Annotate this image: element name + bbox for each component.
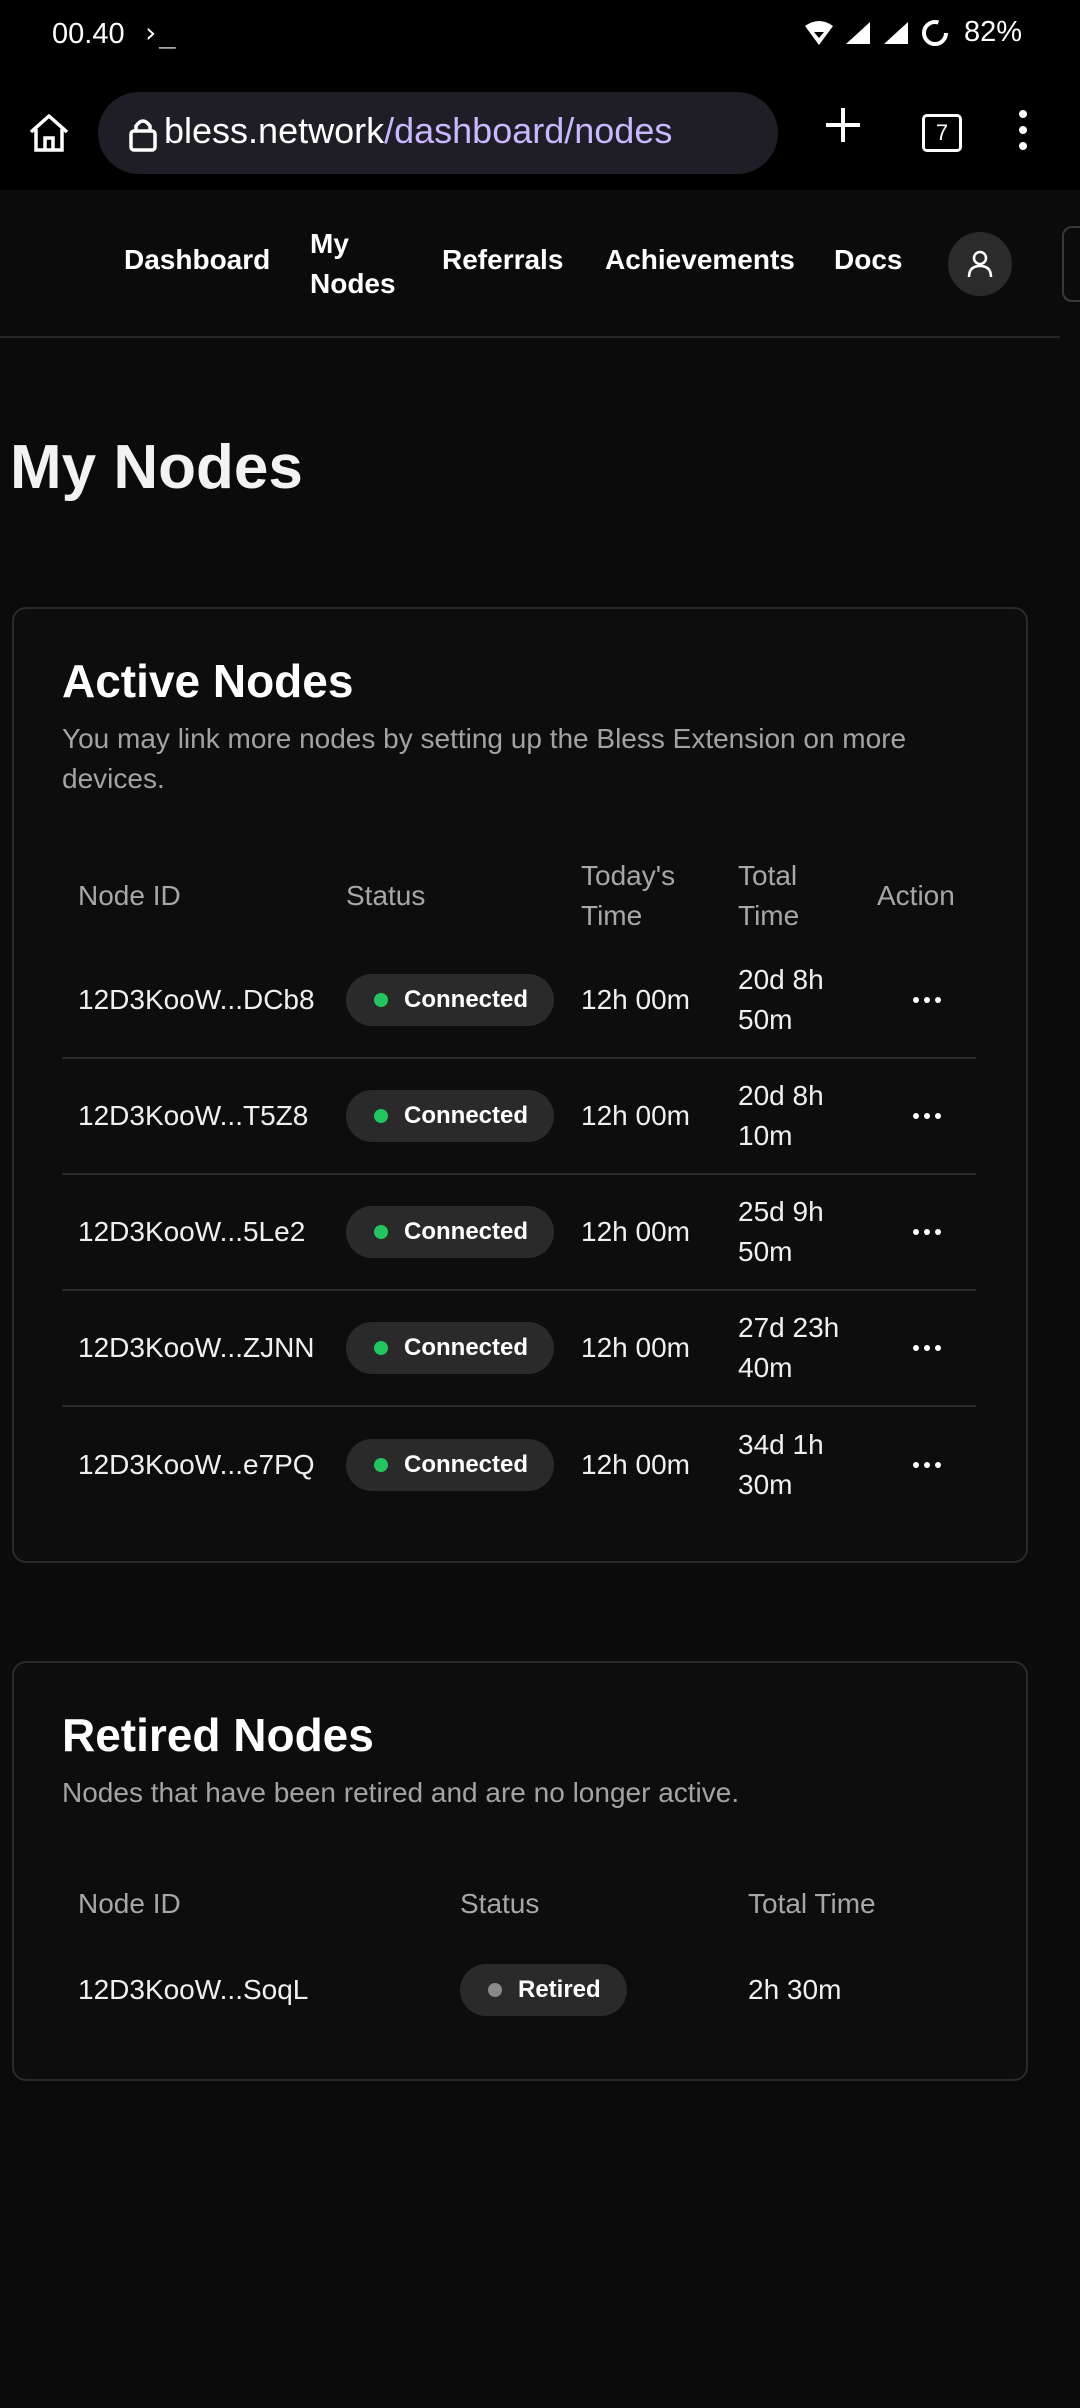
total-time: 27d 23h 40m	[738, 1312, 840, 1383]
retired-nodes-card: Retired Nodes Nodes that have been retir…	[12, 1661, 1028, 2081]
more-horiz-icon[interactable]	[912, 1228, 942, 1236]
col-total-time: Total Time	[738, 859, 800, 931]
node-id: 12D3KooW...e7PQ	[78, 1448, 315, 1480]
node-id: 12D3KooW...SoqL	[78, 1974, 309, 2005]
node-id: 12D3KooW...5Le2	[78, 1216, 306, 1247]
clock: 00.40	[52, 18, 125, 50]
table-row: 12D3KooW...DCb8 Connected 12h 00m 20d 8h…	[62, 942, 976, 1058]
wifi-icon	[804, 20, 833, 45]
status-badge: Connected	[346, 973, 555, 1026]
url-host: bless.network	[164, 110, 385, 151]
home-icon[interactable]	[26, 110, 72, 156]
status-dot	[488, 1983, 502, 1997]
user-avatar-button[interactable]	[948, 232, 1012, 296]
tab-switcher-button[interactable]: 7	[922, 114, 962, 152]
signal-icon	[845, 21, 870, 44]
col-node-id: Node ID	[78, 1888, 181, 1919]
table-row: 12D3KooW...e7PQ Connected 12h 00m 34d 1h…	[62, 1406, 976, 1522]
status-dot	[374, 992, 388, 1007]
status-badge: Connected	[346, 1322, 555, 1374]
nav-docs[interactable]: Docs	[834, 244, 902, 276]
status-dot	[374, 1109, 388, 1123]
active-nodes-description: You may link more nodes by setting up th…	[62, 723, 907, 794]
col-status: Status	[346, 879, 426, 911]
new-tab-icon[interactable]	[818, 100, 868, 150]
status-label: Retired	[518, 1976, 601, 2003]
more-vert-icon[interactable]	[1015, 108, 1031, 152]
node-id: 12D3KooW...ZJNN	[78, 1332, 315, 1363]
status-badge: Connected	[346, 1206, 555, 1258]
user-icon	[967, 250, 993, 278]
more-horiz-icon[interactable]	[912, 1112, 942, 1120]
retired-nodes-table: Node ID Status Total Time 12D3KooW...Soq…	[62, 1861, 976, 2033]
nav-my-nodes[interactable]: My Nodes	[310, 224, 410, 304]
status-dot	[374, 1457, 388, 1472]
active-nodes-title: Active Nodes	[62, 655, 354, 707]
todays-time: 12h 00m	[581, 1332, 690, 1363]
todays-time: 12h 00m	[581, 1100, 690, 1131]
status-bar: 00.40 ›_ 82%	[0, 0, 1080, 70]
total-time: 2h 30m	[748, 1974, 842, 2005]
status-badge: Retired	[460, 1964, 627, 2016]
status-label: Connected	[404, 1334, 529, 1361]
todays-time: 12h 00m	[581, 1216, 690, 1247]
page-title: My Nodes	[10, 433, 303, 502]
url-text[interactable]: bless.network/dashboard/nodes	[164, 110, 672, 152]
address-bar[interactable]: bless.network/dashboard/nodes	[98, 92, 778, 174]
total-time: 34d 1h 30m	[738, 1428, 824, 1500]
total-time: 20d 8h 50m	[738, 963, 824, 1035]
status-label: Connected	[404, 1450, 529, 1478]
nav-dashboard[interactable]: Dashboard	[124, 244, 270, 276]
col-node-id: Node ID	[78, 879, 181, 911]
battery-saver-icon	[921, 19, 948, 46]
terminal-icon: ›_	[142, 16, 176, 49]
active-nodes-card: Active Nodes You may link more nodes by …	[12, 607, 1028, 1563]
col-todays-time: Today's Time	[581, 859, 676, 931]
todays-time: 12h 00m	[581, 1448, 690, 1480]
retired-nodes-description: Nodes that have been retired and are no …	[62, 1777, 740, 1808]
table-row: 12D3KooW...SoqL Retired 2h 30m	[62, 1947, 976, 2033]
col-status: Status	[460, 1888, 540, 1919]
active-nodes-table: Node ID Status Today's Time Total Time A…	[62, 849, 976, 1522]
nav-referrals[interactable]: Referrals	[442, 244, 563, 276]
status-dot	[374, 1225, 388, 1239]
status-icons: 82%	[804, 16, 1022, 49]
status-label: Connected	[404, 985, 529, 1013]
col-action: Action	[877, 879, 955, 911]
todays-time: 12h 00m	[581, 983, 690, 1015]
more-horiz-icon[interactable]	[912, 1344, 942, 1352]
status-label: Connected	[404, 1218, 529, 1245]
total-time: 25d 9h 50m	[738, 1196, 824, 1267]
status-label: Connected	[404, 1102, 529, 1129]
table-row: 12D3KooW...ZJNN Connected 12h 00m 27d 23…	[62, 1290, 976, 1406]
offscreen-button[interactable]	[1062, 226, 1080, 302]
more-horiz-icon[interactable]	[912, 996, 942, 1004]
table-row: 12D3KooW...5Le2 Connected 12h 00m 25d 9h…	[62, 1174, 976, 1290]
status-badge: Connected	[346, 1438, 555, 1491]
col-total-time: Total Time	[748, 1888, 876, 1919]
lock-icon[interactable]	[128, 116, 158, 152]
node-id: 12D3KooW...DCb8	[78, 983, 315, 1015]
signal-icon-2	[883, 21, 908, 44]
retired-nodes-title: Retired Nodes	[62, 1709, 374, 1761]
status-badge: Connected	[346, 1090, 555, 1142]
table-row: 12D3KooW...T5Z8 Connected 12h 00m 20d 8h…	[62, 1058, 976, 1174]
node-id: 12D3KooW...T5Z8	[78, 1100, 309, 1131]
site-nav: Dashboard My Nodes Referrals Achievement…	[0, 190, 1080, 338]
status-dot	[374, 1341, 388, 1355]
more-horiz-icon[interactable]	[912, 1461, 942, 1469]
battery-level: 82%	[963, 16, 1022, 48]
total-time: 20d 8h 10m	[738, 1080, 824, 1151]
nav-achievements[interactable]: Achievements	[605, 244, 795, 276]
browser-toolbar: bless.network/dashboard/nodes 7	[0, 70, 1080, 190]
url-path: /dashboard/nodes	[384, 110, 673, 151]
